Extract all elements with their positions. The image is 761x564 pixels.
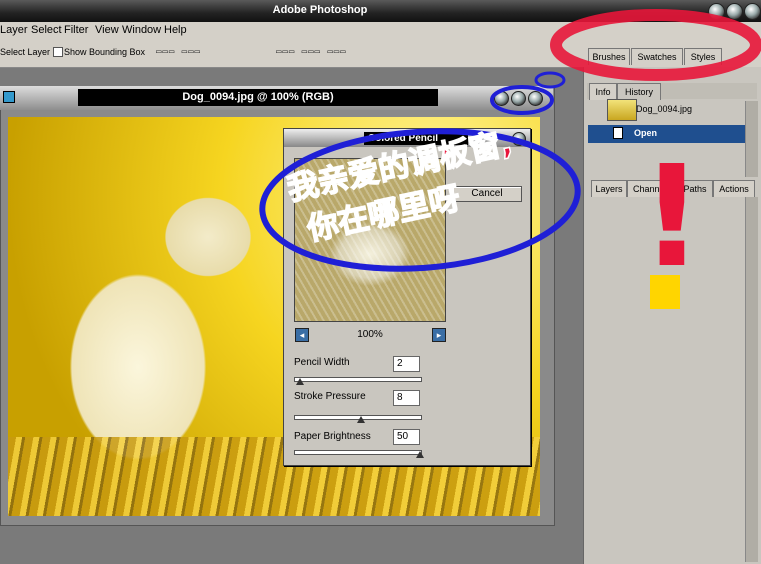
red-circle xyxy=(550,9,761,81)
red-exclamation: ! xyxy=(640,136,704,299)
blue-small-circle xyxy=(490,85,554,115)
annotation-overlay: 我亲爱的调板窗, 你在哪里呀 ! xyxy=(259,9,761,309)
yellow-dot xyxy=(650,275,680,309)
blue-tiny-circle xyxy=(534,71,566,89)
